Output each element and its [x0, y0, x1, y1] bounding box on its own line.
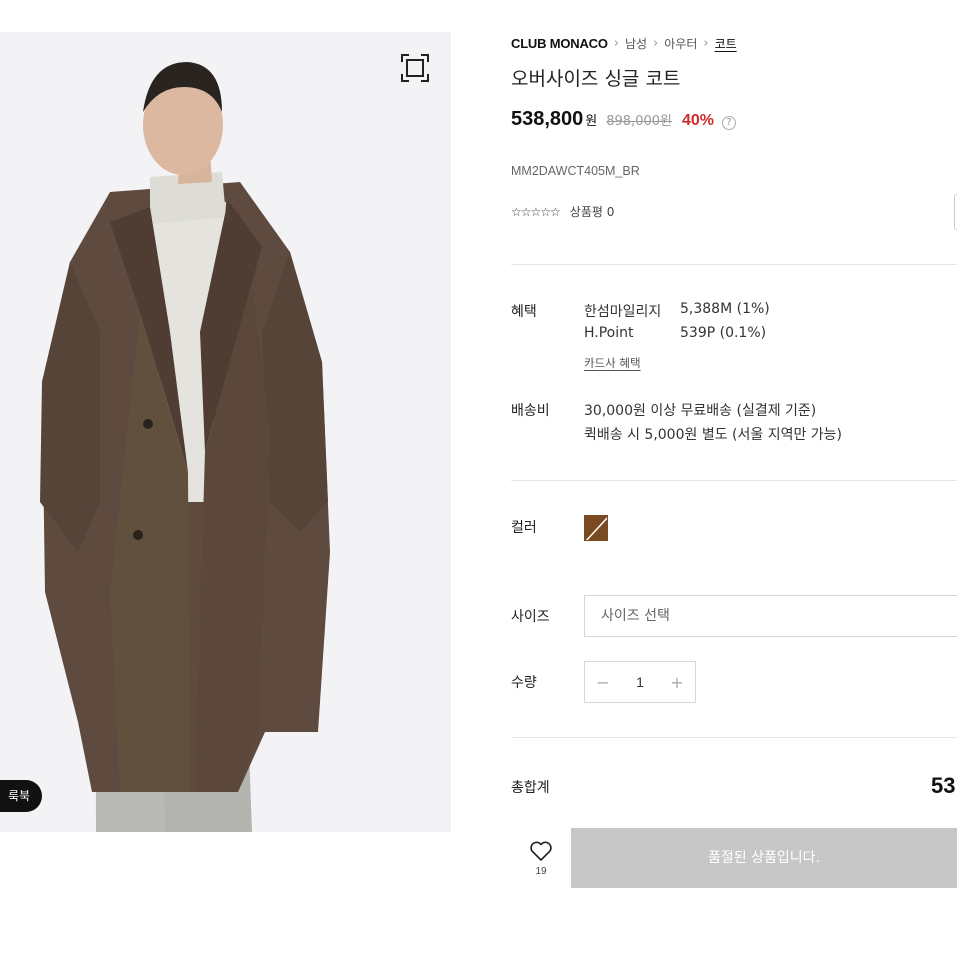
benefit-name: 한섬마일리지 [584, 304, 662, 320]
review-rating[interactable]: ☆☆☆☆☆ 상품평 0 [511, 203, 614, 220]
quantity-stepper: − 1 + [584, 661, 696, 703]
benefit-value: 539P (0.1%) [680, 325, 767, 341]
divider [511, 264, 957, 265]
product-code: MM2DAWCT405M_BR [511, 164, 640, 178]
size-select[interactable]: 사이즈 선택 [584, 595, 957, 637]
divider [511, 737, 957, 738]
lookbook-button[interactable]: 룩북 [0, 780, 43, 812]
breadcrumb-item-coat[interactable]: 코트 [715, 35, 737, 52]
soldout-button[interactable]: 품절된 상품입니다. [571, 828, 957, 888]
discount-rate: 40% [681, 112, 715, 129]
shipping-line: 30,000원 이상 무료배송 (실결제 기준) [584, 403, 817, 419]
breadcrumb: CLUB MONACO › 남성 › 아우터 › 코트 [511, 34, 737, 52]
quantity-label: 수량 [511, 675, 537, 691]
benefit-value: 5,388M (1%) [680, 301, 770, 317]
heart-icon [530, 841, 552, 861]
size-label: 사이즈 [511, 609, 550, 625]
product-image[interactable]: 룩북 [0, 32, 451, 832]
shipping-label: 배송비 [511, 403, 550, 419]
chevron-right-icon: › [613, 35, 619, 51]
color-label: 컬러 [511, 520, 537, 536]
help-icon[interactable]: ? [722, 116, 737, 130]
wishlist-button[interactable]: 19 [525, 840, 557, 880]
wishlist-count: 19 [535, 866, 547, 877]
benefits-label: 혜택 [511, 304, 537, 320]
product-info: CLUB MONACO › 남성 › 아우터 › 코트 오버사이즈 싱글 코트 … [511, 0, 957, 957]
shipping-line: 퀵배송 시 5,000원 별도 (서울 지역만 가능) [584, 427, 843, 443]
total-price: 53 [931, 773, 956, 798]
divider [511, 480, 957, 481]
decrease-button[interactable]: − [595, 673, 611, 692]
review-count: 상품평 0 [569, 205, 615, 219]
breadcrumb-brand[interactable]: CLUB MONACO [511, 36, 608, 51]
currency-unit: 원 [585, 114, 598, 129]
total-label: 총합계 [511, 780, 550, 796]
breadcrumb-item-men[interactable]: 남성 [625, 35, 647, 52]
quantity-value[interactable]: 1 [636, 674, 644, 690]
color-swatch-brown[interactable] [584, 515, 608, 541]
card-benefits-link[interactable]: 카드사 혜택 [584, 355, 641, 371]
model-photo [40, 62, 330, 832]
chevron-right-icon: › [653, 35, 659, 51]
price-row: 538,800 원 898,000원 40% ? [511, 108, 737, 131]
increase-button[interactable]: + [669, 673, 685, 692]
benefit-name: H.Point [584, 325, 634, 341]
original-price: 898,000원 [606, 114, 672, 129]
breadcrumb-item-outer[interactable]: 아우터 [664, 35, 697, 52]
chevron-right-icon: › [703, 35, 709, 51]
star-icons: ☆☆☆☆☆ [511, 204, 561, 219]
zoom-icon[interactable] [399, 52, 431, 84]
sale-price: 538,800 [511, 108, 584, 130]
product-title: 오버사이즈 싱글 코트 [511, 68, 681, 90]
